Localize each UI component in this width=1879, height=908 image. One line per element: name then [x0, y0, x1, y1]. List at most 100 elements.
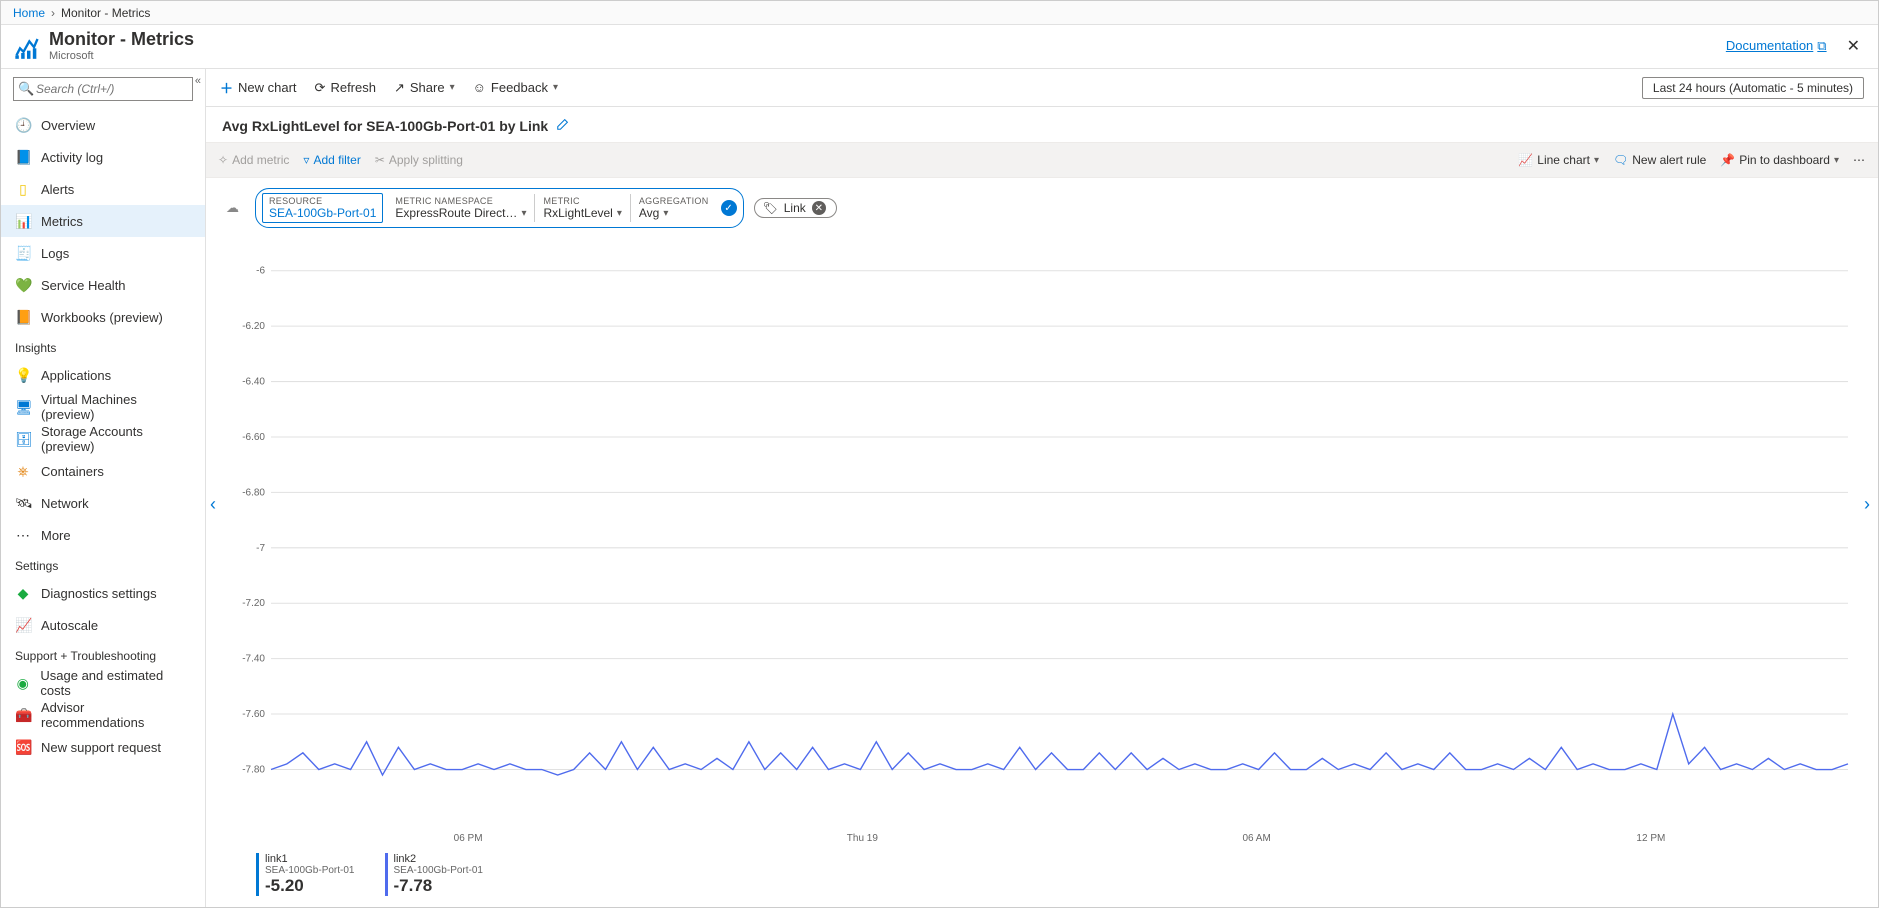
- collapse-sidebar-button[interactable]: «: [195, 75, 201, 87]
- filter-tag-link[interactable]: 🏷 Link ✕: [754, 198, 837, 218]
- sidebar-item-vms[interactable]: 🖥Virtual Machines (preview): [1, 391, 205, 423]
- sidebar-item-label: Advisor recommendations: [41, 700, 191, 730]
- sidebar-item-containers[interactable]: ⎈Containers: [1, 455, 205, 487]
- svg-text:06 AM: 06 AM: [1242, 833, 1270, 844]
- sidebar-item-label: Overview: [41, 118, 95, 133]
- metric-valid-icon: ✓: [721, 200, 737, 216]
- sidebar-item-label: Activity log: [41, 150, 103, 165]
- svg-text:-7.40: -7.40: [242, 654, 265, 665]
- new-alert-rule-button[interactable]: 🗨New alert rule: [1613, 153, 1706, 167]
- namespace-dropdown[interactable]: METRIC NAMESPACE ExpressRoute Direct…▾: [387, 196, 534, 220]
- refresh-button[interactable]: ⟳Refresh: [315, 80, 376, 96]
- sidebar-item-logs[interactable]: 🧾Logs: [1, 237, 205, 269]
- legend-item[interactable]: link1SEA-100Gb-Port-01-5.20: [256, 853, 355, 896]
- prev-chart-button[interactable]: ‹: [204, 488, 222, 521]
- svg-text:-6.60: -6.60: [242, 432, 265, 443]
- more-options-button[interactable]: ⋯: [1853, 153, 1866, 167]
- sidebar-item-service-health[interactable]: 💚 Service Health: [1, 269, 205, 301]
- feedback-button[interactable]: ☺Feedback▾: [473, 80, 558, 95]
- resource-type-icon: ☁: [226, 200, 239, 216]
- sidebar-item-advisor[interactable]: 🧰Advisor recommendations: [1, 699, 205, 731]
- filter-icon: ▿: [303, 153, 309, 167]
- sidebar-item-label: Applications: [41, 368, 111, 383]
- metrics-chart[interactable]: -6-6.20-6.40-6.60-6.80-7-7.20-7.40-7.60-…: [226, 238, 1858, 847]
- sidebar-item-network[interactable]: 🛰 Network: [1, 487, 205, 519]
- legend-series-name: link1: [265, 853, 355, 865]
- svg-text:-7.20: -7.20: [242, 598, 265, 609]
- sidebar-item-label: Network: [41, 496, 89, 511]
- sidebar: « 🔍 🕘Overview📘Activity log▯Alerts📊Metric…: [1, 69, 206, 907]
- sidebar-item-overview[interactable]: 🕘Overview: [1, 109, 205, 141]
- sidebar-item-label: Metrics: [41, 214, 83, 229]
- chart-toolbar: ＋New chart ⟳Refresh ↗Share▾ ☺Feedback▾ L…: [206, 69, 1878, 107]
- add-filter-button[interactable]: ▿Add filter: [303, 153, 360, 167]
- breadcrumb-current: Monitor - Metrics: [61, 6, 150, 20]
- apply-splitting-button[interactable]: ✂Apply splitting: [375, 153, 463, 167]
- metric-icon: ✧: [218, 153, 228, 167]
- sidebar-item-more[interactable]: ⋯More: [1, 519, 205, 551]
- sidebar-item-usage[interactable]: ◉Usage and estimated costs: [1, 667, 205, 699]
- svg-text:-7: -7: [256, 543, 265, 554]
- sidebar-item-diagnostics[interactable]: ◆Diagnostics settings: [1, 577, 205, 609]
- sidebar-item-label: New support request: [41, 740, 161, 755]
- sidebar-item-label: Usage and estimated costs: [40, 668, 191, 698]
- documentation-link[interactable]: Documentation ⧉: [1726, 38, 1827, 54]
- chart-type-dropdown[interactable]: 📈Line chart▾: [1518, 153, 1599, 167]
- sidebar-item-alerts[interactable]: ▯Alerts: [1, 173, 205, 205]
- pin-icon: 📌: [1720, 153, 1735, 167]
- metric-dropdown[interactable]: METRIC RxLightLevel▾: [535, 196, 629, 220]
- legend-value: -7.78: [394, 876, 484, 896]
- external-link-icon: ⧉: [1817, 38, 1826, 54]
- logs-icon: 🧾: [15, 245, 31, 262]
- sidebar-group-header: Insights: [1, 333, 205, 359]
- sidebar-item-activity-log[interactable]: 📘Activity log: [1, 141, 205, 173]
- svg-text:-6: -6: [256, 266, 265, 277]
- tag-icon: 🏷: [763, 201, 778, 215]
- vms-icon: 🖥: [15, 399, 31, 416]
- sidebar-group-header: Settings: [1, 551, 205, 577]
- workbooks-icon: 📙: [15, 309, 31, 326]
- more-icon: ⋯: [15, 527, 31, 544]
- legend-value: -5.20: [265, 876, 355, 896]
- metrics-icon: 📊: [15, 213, 31, 230]
- sidebar-item-storage[interactable]: 🗄Storage Accounts (preview): [1, 423, 205, 455]
- service-health-icon: 💚: [15, 277, 31, 294]
- sidebar-item-support[interactable]: 🆘New support request: [1, 731, 205, 763]
- sidebar-group-header: Support + Troubleshooting: [1, 641, 205, 667]
- alerts-icon: ▯: [15, 181, 31, 198]
- share-icon: ↗: [394, 80, 405, 96]
- aggregation-dropdown[interactable]: AGGREGATION Avg▾: [631, 196, 717, 220]
- legend-item[interactable]: link2SEA-100Gb-Port-01-7.78: [385, 853, 484, 896]
- sidebar-item-label: Storage Accounts (preview): [41, 424, 191, 454]
- share-button[interactable]: ↗Share▾: [394, 80, 455, 96]
- svg-text:-6.80: -6.80: [242, 487, 265, 498]
- line-chart-icon: 📈: [1518, 153, 1533, 167]
- sidebar-item-applications[interactable]: 💡Applications: [1, 359, 205, 391]
- close-blade-button[interactable]: ✕: [1841, 34, 1866, 58]
- edit-title-button[interactable]: [556, 117, 570, 134]
- add-metric-button[interactable]: ✧Add metric: [218, 153, 289, 167]
- main-content: ‹ › ＋New chart ⟳Refresh ↗Share▾ ☺Feedbac…: [206, 69, 1878, 907]
- time-range-picker[interactable]: Last 24 hours (Automatic - 5 minutes): [1642, 77, 1864, 99]
- new-chart-button[interactable]: ＋New chart: [220, 78, 297, 97]
- sidebar-item-workbooks[interactable]: 📙Workbooks (preview): [1, 301, 205, 333]
- sidebar-item-metrics[interactable]: 📊 Metrics: [1, 205, 205, 237]
- network-icon: 🛰: [15, 495, 31, 512]
- refresh-icon: ⟳: [315, 80, 326, 96]
- feedback-icon: ☺: [473, 80, 486, 95]
- breadcrumb: Home › Monitor - Metrics: [1, 1, 1878, 25]
- svg-text:-6.40: -6.40: [242, 377, 265, 388]
- sidebar-item-label: Service Health: [41, 278, 126, 293]
- pin-to-dashboard-button[interactable]: 📌Pin to dashboard▾: [1720, 153, 1839, 167]
- resource-dropdown[interactable]: RESOURCE SEA-100Gb-Port-01: [262, 193, 383, 223]
- metric-config-bar: ✧Add metric ▿Add filter ✂Apply splitting…: [206, 142, 1878, 178]
- next-chart-button[interactable]: ›: [1858, 488, 1876, 521]
- breadcrumb-home[interactable]: Home: [13, 6, 45, 20]
- legend-series-name: link2: [394, 853, 484, 865]
- sidebar-search-input[interactable]: [13, 77, 193, 101]
- sidebar-item-autoscale[interactable]: 📈Autoscale: [1, 609, 205, 641]
- sidebar-item-label: Autoscale: [41, 618, 98, 633]
- page-title: Monitor - Metrics: [49, 29, 194, 50]
- alert-icon: 🗨: [1613, 153, 1628, 167]
- remove-filter-button[interactable]: ✕: [812, 201, 826, 215]
